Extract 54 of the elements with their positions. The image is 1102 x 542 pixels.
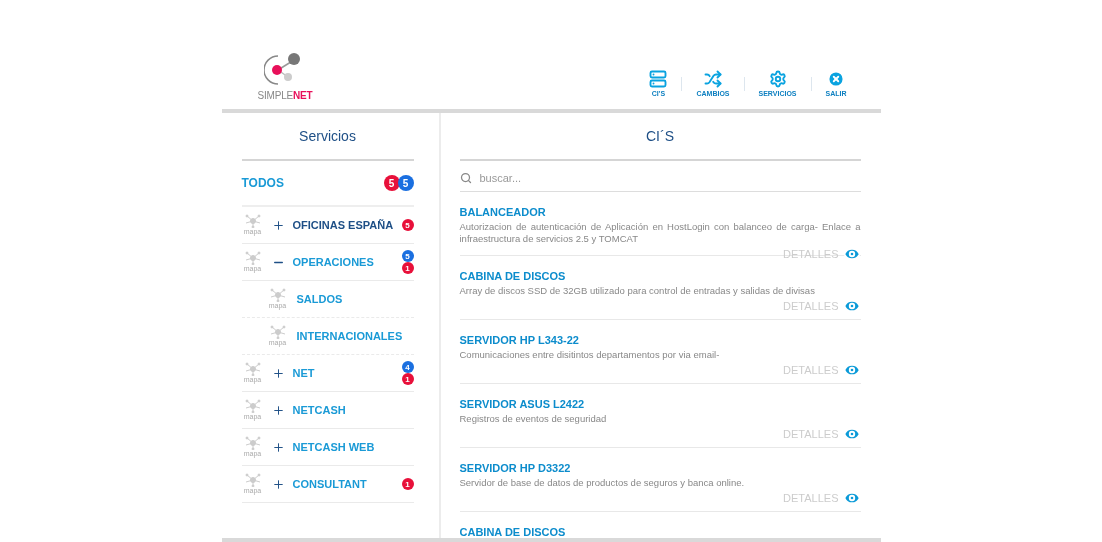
ci-title: BALANCEADOR [459,206,547,219]
network-icon [268,325,287,340]
logo-text: SIMPLENET [257,90,313,102]
ci-description: Registros de eventos de seguridad [459,413,608,426]
expand-button[interactable] [271,403,285,417]
network-icon [243,214,262,229]
expand-button[interactable] [271,477,285,491]
settings-icon [768,70,787,89]
all-services-item[interactable]: TODOS [241,176,284,191]
count-badge: 1 [401,262,414,275]
network-icon [243,399,262,414]
plus-icon [271,403,285,417]
network-icon [243,436,262,451]
ci-title: SERVIDOR ASUS L2422 [459,398,586,411]
ci-title: CABINA DE DISCOS [459,526,567,538]
plus-icon [271,440,285,454]
ci-title: CABINA DE DISCOS [459,270,567,283]
network-icon [243,473,262,488]
ci-description: Comunicaciones entre disitintos departamentos por via email- [459,349,721,362]
network-icon [243,362,262,377]
network-icon [268,288,287,303]
expand-button[interactable] [271,440,285,454]
expand-button[interactable] [271,366,285,380]
service-item[interactable]: NET [292,367,402,380]
count-badge: 5 [401,219,414,232]
close-icon [827,70,845,89]
ci-description: Autorizacion de autenticación de Aplicación en HostLogin con balanceo de carga- Enlace a infraestructura de servicios 2.5 y TOMCAT [459,221,861,246]
plus-icon [271,477,285,491]
count-badge: 4 [401,361,414,374]
panel-title: Servicios [241,113,414,162]
server-icon [649,70,668,89]
count-badge: 5 [397,175,414,192]
shuffle-icon [703,70,722,89]
service-item[interactable]: OFICINAS ESPAÑA [292,219,402,232]
plus-icon [271,366,285,380]
ci-description: Array de discos SSD de 32GB utilizado para control de entradas y salidas de divisas [459,285,816,298]
ci-title: SERVIDOR HP D3322 [459,462,572,475]
network-icon [243,251,262,266]
service-item[interactable]: CONSULTANT [292,478,402,491]
service-item[interactable]: NETCASH [292,404,414,417]
plus-icon [271,218,285,232]
ci-description: Servidor de base de datos de productos de seguros y banca online. [459,477,746,490]
count-badge: 1 [401,373,414,386]
service-item[interactable]: OPERACIONES [292,256,402,269]
panel-title: CI´S [459,113,861,162]
service-item[interactable]: INTERNACIONALES [296,330,414,343]
service-item[interactable]: SALDOS [296,293,414,306]
expand-button[interactable] [271,218,285,232]
count-badge: 5 [383,175,400,192]
count-badge: 5 [401,250,414,263]
ci-title: SERVIDOR HP L343-22 [459,334,580,347]
count-badge: 1 [401,478,414,491]
service-item[interactable]: NETCASH WEB [292,441,414,454]
search-icon [459,172,472,185]
